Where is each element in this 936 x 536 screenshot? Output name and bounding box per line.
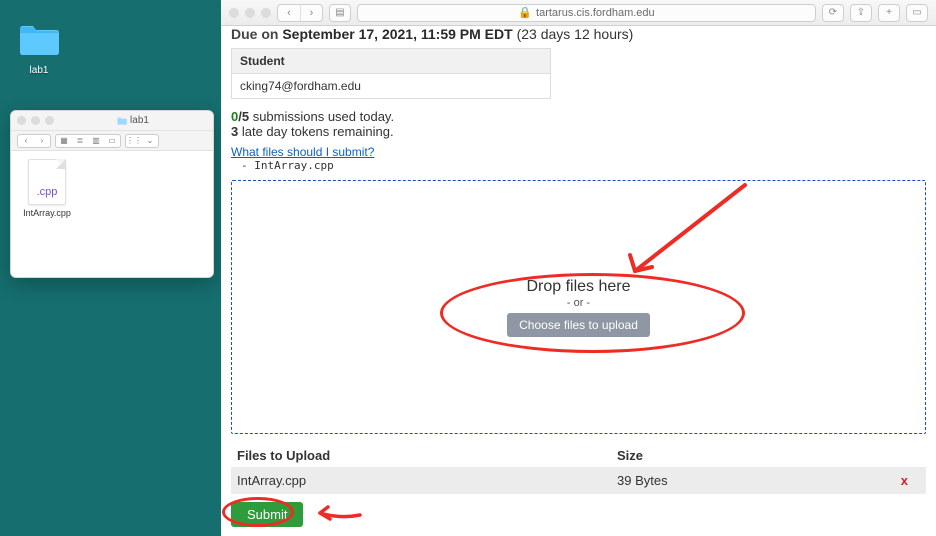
desktop-folder-label: lab1 [14,65,64,76]
desktop-background: lab1 lab1 ‹ › ▦ ≣ ▥ ▭ [0,0,221,536]
url-text: tartarus.cis.fordham.edu [536,7,655,19]
finder-titlebar[interactable]: lab1 [11,111,213,131]
choose-files-button[interactable]: Choose files to upload [507,313,650,337]
student-value: cking74@fordham.edu [231,74,551,99]
file-label: IntArray.cpp [19,208,75,218]
row-delete-button[interactable]: x [837,473,920,488]
new-tab-icon[interactable]: + [878,4,900,22]
safari-toolbar: ‹ › ▤ 🔒 tartarus.cis.fordham.edu ⟳ ⇪ + ▭ [221,0,936,26]
chevron-down-icon[interactable]: ⌄ [142,135,158,147]
finder-view-segment[interactable]: ▦ ≣ ▥ ▭ [55,134,121,148]
folder-icon [18,24,60,56]
expected-file: - IntArray.cpp [241,159,926,172]
finder-toolbar: ‹ › ▦ ≣ ▥ ▭ ⋮⋮ ⌄ [11,131,213,151]
dropzone[interactable]: Drop files here - or - Choose files to u… [231,180,926,434]
chevron-left-icon[interactable]: ‹ [18,135,34,147]
student-header: Student [231,48,551,74]
window-close-icon[interactable] [229,8,239,18]
window-zoom-icon[interactable] [45,116,54,125]
safari-window: ‹ › ▤ 🔒 tartarus.cis.fordham.edu ⟳ ⇪ + ▭… [221,0,936,536]
window-zoom-icon[interactable] [261,8,271,18]
chevron-right-icon[interactable]: › [34,135,50,147]
row-file-size: 39 Bytes [617,473,837,488]
lock-icon: 🔒 [518,6,532,19]
group-icon[interactable]: ⋮⋮ [126,135,142,147]
usage-lines: 0/5 submissions used today. 3 late day t… [231,109,926,139]
address-bar[interactable]: 🔒 tartarus.cis.fordham.edu [357,4,816,22]
safari-nav-segment[interactable]: ‹ › [277,4,323,22]
page-content: Due on September 17, 2021, 11:59 PM EDT … [221,26,936,536]
sidebar-toggle-icon[interactable]: ▤ [329,4,351,22]
folder-icon [117,117,127,125]
finder-group-segment[interactable]: ⋮⋮ ⌄ [125,134,159,148]
col-header-size: Size [617,448,837,463]
row-file-name: IntArray.cpp [237,473,617,488]
desktop-folder-lab1[interactable]: lab1 [14,24,64,76]
gallery-view-icon[interactable]: ▭ [104,135,120,147]
finder-body: .cpp IntArray.cpp [11,151,213,226]
window-minimize-icon[interactable] [245,8,255,18]
col-header-file: Files to Upload [237,448,617,463]
submit-button[interactable]: Submit [231,502,303,527]
student-box: Student cking74@fordham.edu [231,48,551,99]
column-view-icon[interactable]: ▥ [88,135,104,147]
help-link[interactable]: What files should I submit? [231,145,926,159]
back-button[interactable]: ‹ [278,5,300,21]
list-view-icon[interactable]: ≣ [72,135,88,147]
files-table: Files to Upload Size IntArray.cpp 39 Byt… [231,444,926,494]
forward-button[interactable]: › [300,5,322,21]
dropzone-or: - or - [567,297,590,309]
cpp-file-icon: .cpp [28,159,66,205]
reload-icon[interactable]: ⟳ [822,4,844,22]
share-icon[interactable]: ⇪ [850,4,872,22]
icon-view-icon[interactable]: ▦ [56,135,72,147]
finder-window: lab1 ‹ › ▦ ≣ ▥ ▭ ⋮⋮ ⌄ .cpp [10,110,214,278]
finder-title-text: lab1 [130,115,149,126]
finder-nav-segment[interactable]: ‹ › [17,134,51,148]
file-item-intarray[interactable]: .cpp IntArray.cpp [19,159,75,218]
dropzone-title: Drop files here [526,278,630,296]
table-row: IntArray.cpp 39 Bytes x [231,467,926,494]
window-close-icon[interactable] [17,116,26,125]
due-line: Due on September 17, 2021, 11:59 PM EDT … [231,26,926,42]
tabs-overview-icon[interactable]: ▭ [906,4,928,22]
window-minimize-icon[interactable] [31,116,40,125]
